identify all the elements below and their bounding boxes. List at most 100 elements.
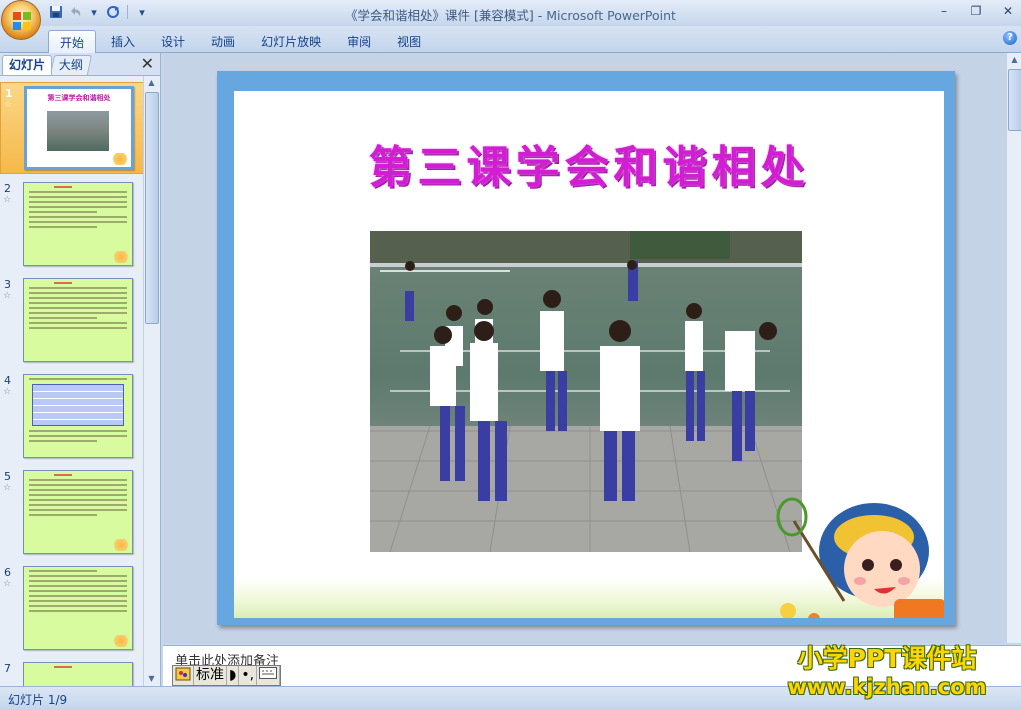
slide-number: 4	[4, 374, 11, 387]
scroll-up-icon[interactable]: ▲	[1007, 53, 1021, 67]
slide-number: 5	[4, 470, 11, 483]
thumbnail-line	[29, 312, 127, 314]
thumbnail-decoration	[111, 153, 129, 165]
current-slide[interactable]: 第三课学会和谐相处	[217, 71, 955, 625]
thumbnail-line	[29, 292, 127, 294]
tab-view[interactable]: 视图	[386, 30, 432, 55]
tab-animations[interactable]: 动画	[200, 30, 246, 55]
thumbnail-line	[29, 479, 127, 481]
slide-number: 7	[4, 662, 11, 675]
thumbnail-image	[23, 470, 133, 554]
thumbnail-line	[54, 666, 72, 668]
slide-thumbnail-4[interactable]: 4 ☆	[0, 370, 143, 460]
title-bar: ▾ ▾ 《学会和谐相处》课件 [兼容模式] - Microsoft PowerP…	[0, 0, 1021, 26]
thumbnail-line	[29, 605, 127, 607]
office-button[interactable]	[1, 0, 41, 40]
help-icon[interactable]: ?	[1003, 31, 1017, 45]
window-controls: – ❐ ✕	[935, 3, 1017, 19]
thumbnail-photo	[47, 111, 109, 151]
thumbnail-line	[29, 600, 127, 602]
panel-scrollbar[interactable]: ▲ ▼	[143, 76, 159, 686]
thumbnail-line	[29, 201, 127, 203]
thumbnail-image	[23, 278, 133, 362]
thumbnail-line	[54, 474, 72, 476]
editor-scrollbar[interactable]: ▲	[1006, 53, 1021, 643]
thumbnail-line	[29, 595, 127, 597]
animation-star-icon: ☆	[3, 195, 12, 205]
minimize-icon[interactable]: –	[935, 3, 953, 19]
tab-insert[interactable]: 插入	[100, 30, 146, 55]
thumbnail-line	[29, 287, 127, 289]
slide-canvas: 第三课学会和谐相处	[234, 91, 944, 618]
app-name: Microsoft PowerPoint	[546, 8, 676, 23]
tab-slides[interactable]: 幻灯片	[2, 55, 53, 75]
thumbnail-image	[23, 182, 133, 266]
thumbnail-image	[23, 566, 133, 650]
thumbnail-line	[29, 317, 97, 319]
scroll-down-icon[interactable]: ▼	[144, 672, 159, 686]
slide-thumbnail-2[interactable]: 2 ☆	[0, 178, 143, 268]
thumbnail-title: 第三课学会和谐相处	[47, 94, 111, 102]
thumbnail-line	[29, 216, 127, 218]
scroll-up-icon[interactable]: ▲	[144, 76, 159, 90]
thumbnail-line	[29, 580, 127, 582]
slide-editor[interactable]: 第三课学会和谐相处	[163, 53, 1006, 643]
slide-title[interactable]: 第三课学会和谐相处	[234, 131, 944, 195]
tab-design[interactable]: 设计	[150, 30, 196, 55]
animation-star-icon: ☆	[3, 291, 12, 301]
ime-logo-icon[interactable]	[173, 666, 194, 685]
thumbnail-line	[29, 570, 97, 572]
slide-thumbnail-5[interactable]: 5 ☆	[0, 466, 143, 556]
thumbnail-line	[29, 509, 127, 511]
restore-icon[interactable]: ❐	[967, 3, 985, 19]
slide-thumbnail-1[interactable]: 1 ☆ 第三课学会和谐相处	[0, 82, 143, 174]
animation-star-icon: ☆	[4, 100, 13, 110]
thumbnail-line	[29, 378, 127, 380]
ime-mode[interactable]: 标准	[194, 666, 227, 685]
thumbnail-line	[29, 514, 97, 516]
thumbnail-line	[29, 610, 127, 612]
slide-thumbnail-3[interactable]: 3 ☆	[0, 274, 143, 364]
watermark-line2: www.kjzhan.com	[787, 675, 987, 699]
tab-outline[interactable]: 大纲	[49, 55, 93, 75]
scrollbar-thumb[interactable]	[145, 92, 159, 324]
tab-home[interactable]: 开始	[48, 30, 97, 55]
scrollbar-thumb[interactable]	[1008, 69, 1021, 131]
thumbnail-line	[29, 297, 127, 299]
close-icon[interactable]: ✕	[141, 55, 154, 73]
panel-tabs: 幻灯片 大纲 ✕	[0, 53, 160, 76]
thumbnail-line	[29, 226, 97, 228]
thumbnail-line	[29, 440, 97, 442]
slide-thumbnail-7[interactable]: 7	[0, 658, 143, 686]
animation-star-icon: ☆	[3, 483, 12, 493]
tab-review[interactable]: 审阅	[336, 30, 382, 55]
animation-star-icon: ☆	[3, 579, 12, 589]
thumbnail-line	[29, 302, 127, 304]
students-photo[interactable]	[370, 231, 802, 552]
slides-panel: 幻灯片 大纲 ✕ 1 ☆ 第三课学会和谐相处 2 ☆ 3 ☆ 4 ☆ 5 ☆ 6…	[0, 53, 161, 686]
thumbnail-line	[29, 322, 127, 324]
slide-number: 6	[4, 566, 11, 579]
thumbnail-decoration	[112, 251, 130, 263]
thumbnail-line	[54, 282, 72, 284]
punctuation-icon[interactable]: •,	[239, 666, 258, 685]
keyboard-icon[interactable]	[257, 666, 281, 685]
thumbnail-line	[29, 221, 127, 223]
cartoon-kid-illustration	[776, 497, 944, 618]
thumbnail-line	[29, 499, 127, 501]
close-icon[interactable]: ✕	[999, 3, 1017, 19]
tab-outline-label: 大纲	[58, 58, 83, 72]
ime-toolbar[interactable]: 标准 ◗ •,	[172, 665, 282, 686]
thumbnail-line	[29, 585, 127, 587]
window-title: 《学会和谐相处》课件 [兼容模式] - Microsoft PowerPoint	[0, 5, 1021, 24]
thumbnail-line	[29, 575, 127, 577]
animation-star-icon: ☆	[3, 387, 12, 397]
moon-icon[interactable]: ◗	[227, 666, 240, 685]
thumbnail-line	[29, 196, 127, 198]
thumbnail-line	[29, 484, 127, 486]
thumbnail-line	[29, 307, 127, 309]
slide-number: 2	[4, 182, 11, 195]
tab-slideshow[interactable]: 幻灯片放映	[250, 30, 332, 55]
thumbnail-image	[23, 374, 133, 458]
slide-thumbnail-6[interactable]: 6 ☆	[0, 562, 143, 652]
